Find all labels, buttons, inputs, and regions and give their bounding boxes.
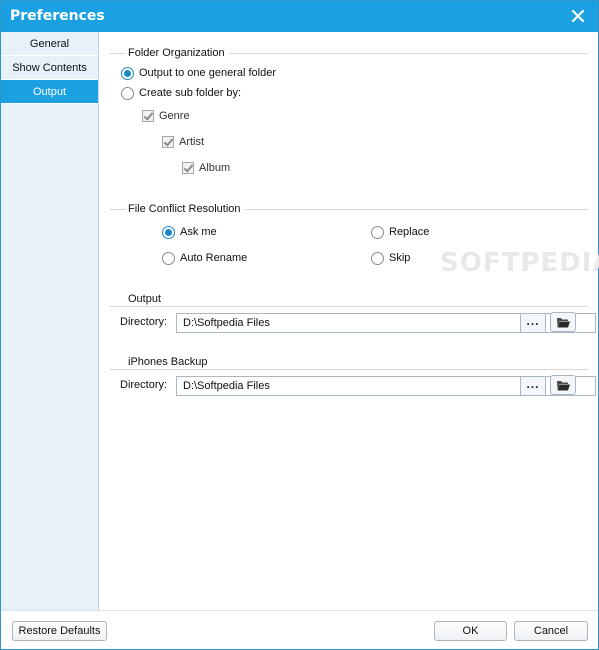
title-bar: Preferences bbox=[1, 1, 598, 32]
radio-ask-me[interactable]: Ask me bbox=[162, 225, 217, 241]
radio-icon[interactable] bbox=[371, 225, 384, 239]
radio-replace[interactable]: Replace bbox=[371, 225, 429, 241]
radio-label: Output to one general folder bbox=[139, 67, 276, 80]
radio-label: Auto Rename bbox=[180, 252, 248, 265]
backup-browse-dots-button[interactable]: ... bbox=[520, 376, 546, 396]
radio-icon[interactable] bbox=[121, 86, 134, 100]
close-icon[interactable] bbox=[568, 6, 588, 26]
radio-skip[interactable]: Skip bbox=[371, 251, 410, 267]
radio-label: Skip bbox=[389, 252, 411, 265]
preferences-window: Preferences General Show Contents Output… bbox=[0, 0, 599, 650]
restore-defaults-button[interactable]: Restore Defaults bbox=[12, 621, 107, 641]
checkbox-icon[interactable] bbox=[162, 136, 174, 149]
iphones-backup-title: iPhones Backup bbox=[126, 356, 212, 368]
sidebar-item-output[interactable]: Output bbox=[1, 80, 98, 104]
backup-directory-label: Directory: bbox=[120, 379, 168, 391]
folder-organization-title: Folder Organization bbox=[126, 47, 229, 59]
radio-icon[interactable] bbox=[371, 251, 384, 265]
divider bbox=[110, 369, 588, 370]
checkbox-artist[interactable]: Artist bbox=[162, 135, 204, 151]
softpedia-watermark: SOFTPEDIA bbox=[440, 248, 599, 278]
file-conflict-title: File Conflict Resolution bbox=[126, 203, 245, 215]
output-directory-label: Directory: bbox=[120, 316, 168, 328]
checkbox-label: Album bbox=[199, 162, 231, 175]
radio-checked-icon[interactable] bbox=[162, 225, 175, 239]
radio-icon[interactable] bbox=[162, 251, 175, 265]
checkbox-label: Genre bbox=[159, 110, 190, 123]
checkbox-icon[interactable] bbox=[182, 162, 194, 175]
output-open-folder-button[interactable] bbox=[550, 312, 576, 332]
divider bbox=[110, 306, 588, 307]
radio-label: Replace bbox=[389, 226, 430, 239]
radio-checked-icon[interactable] bbox=[121, 66, 134, 80]
folder-open-icon bbox=[557, 318, 570, 328]
sidebar: General Show Contents Output bbox=[1, 32, 99, 610]
output-browse-dots-button[interactable]: ... bbox=[520, 313, 546, 333]
dialog-footer: Restore Defaults OK Cancel bbox=[1, 610, 598, 649]
checkbox-label: Artist bbox=[179, 136, 205, 149]
folder-open-icon bbox=[557, 381, 570, 391]
sidebar-item-general[interactable]: General bbox=[1, 32, 98, 56]
checkbox-album[interactable]: Album bbox=[182, 161, 230, 177]
radio-auto-rename[interactable]: Auto Rename bbox=[162, 251, 247, 267]
radio-label: Ask me bbox=[180, 226, 217, 239]
checkbox-genre[interactable]: Genre bbox=[142, 109, 190, 125]
backup-open-folder-button[interactable] bbox=[550, 375, 576, 395]
sidebar-item-show-contents[interactable]: Show Contents bbox=[1, 56, 98, 80]
output-settings-panel: SOFTPEDIA Folder Organization Output to … bbox=[100, 32, 599, 610]
radio-output-general-folder[interactable]: Output to one general folder bbox=[121, 66, 276, 82]
ok-button[interactable]: OK bbox=[434, 621, 507, 641]
cancel-button[interactable]: Cancel bbox=[514, 621, 588, 641]
window-title: Preferences bbox=[10, 8, 105, 24]
output-group-title: Output bbox=[126, 293, 166, 305]
radio-label: Create sub folder by: bbox=[139, 87, 242, 100]
checkbox-icon[interactable] bbox=[142, 110, 154, 123]
radio-create-sub-folder[interactable]: Create sub folder by: bbox=[121, 86, 241, 102]
